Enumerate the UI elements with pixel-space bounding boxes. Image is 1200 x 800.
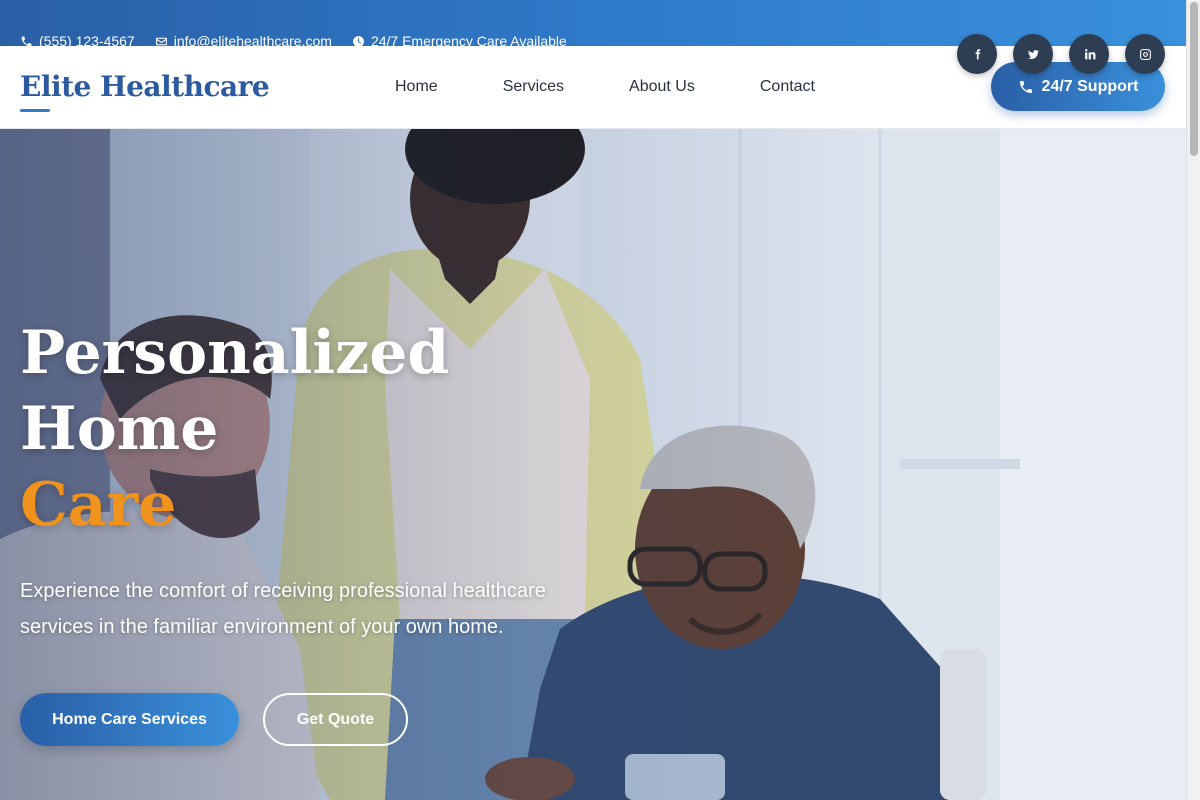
support-label: 24/7 Support <box>1041 77 1139 95</box>
main-nav: Home Services About Us Contact <box>395 78 815 96</box>
page-scrollbar[interactable] <box>1186 0 1200 800</box>
phone-icon <box>1019 80 1032 93</box>
hero-title-line-3: Care <box>20 470 177 540</box>
hero-title-line-1: Personalized <box>20 318 450 388</box>
hero-section: Personalized Home Care Experience the co… <box>0 129 1186 800</box>
get-quote-button[interactable]: Get Quote <box>263 693 408 746</box>
logo-underline <box>20 109 50 112</box>
page: (555) 123-4567 info@elitehealthcare.com … <box>0 0 1200 800</box>
nav-contact[interactable]: Contact <box>760 78 815 96</box>
linkedin-icon[interactable] <box>1069 34 1109 74</box>
hero-title: Personalized Home Care <box>20 315 449 543</box>
facebook-icon[interactable] <box>957 34 997 74</box>
nav-home[interactable]: Home <box>395 78 438 96</box>
social-links <box>957 34 1165 74</box>
home-care-services-button[interactable]: Home Care Services <box>20 693 239 746</box>
site-logo[interactable]: Elite Healthcare <box>20 70 270 103</box>
hero-title-line-2: Home <box>20 394 219 464</box>
instagram-icon[interactable] <box>1125 34 1165 74</box>
nav-about-us[interactable]: About Us <box>629 78 695 96</box>
hero-subtitle: Experience the comfort of receiving prof… <box>20 580 546 638</box>
nav-services[interactable]: Services <box>503 78 564 96</box>
scrollbar-thumb[interactable] <box>1190 2 1198 156</box>
twitter-icon[interactable] <box>1013 34 1053 74</box>
